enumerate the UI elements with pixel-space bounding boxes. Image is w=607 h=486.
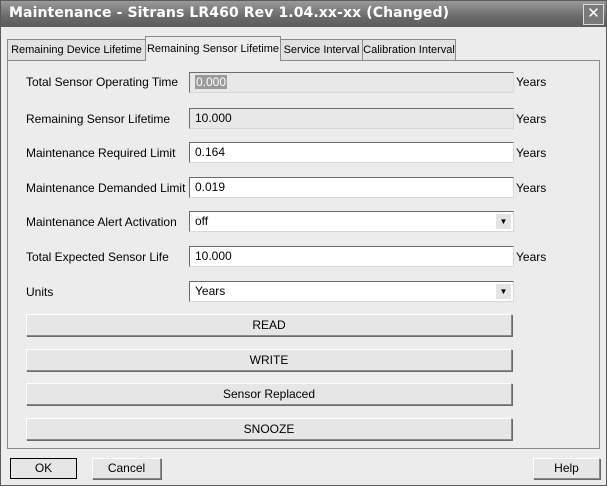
help-button[interactable]: Help [533, 458, 600, 479]
chevron-down-icon[interactable]: ▼ [496, 284, 511, 299]
cancel-button[interactable]: Cancel [92, 458, 161, 479]
total-operating-time-field[interactable]: 0.000 [189, 72, 514, 93]
tab-remaining-sensor-lifetime[interactable]: Remaining Sensor Lifetime [145, 36, 281, 61]
snooze-button[interactable]: SNOOZE [26, 418, 512, 440]
maint-required-input[interactable]: 0.164 [189, 142, 514, 163]
tab-calibration-interval[interactable]: Calibration Interval [362, 39, 456, 60]
write-button[interactable]: WRITE [26, 349, 512, 371]
remaining-lifetime-unit: Years [516, 112, 547, 126]
units-value: Years [195, 284, 226, 298]
expected-life-unit: Years [516, 250, 547, 264]
window-title: Maintenance - Sitrans LR460 Rev 1.04.xx-… [9, 5, 450, 21]
sensor-replaced-button[interactable]: Sensor Replaced [26, 383, 512, 405]
read-button[interactable]: READ [26, 314, 512, 336]
tab-panel: Total Sensor Operating Time 0.000 Years … [7, 60, 600, 449]
units-select[interactable]: Years ▼ [189, 281, 514, 302]
expected-life-label: Total Expected Sensor Life [26, 250, 169, 264]
maint-required-label: Maintenance Required Limit [26, 146, 176, 160]
units-label: Units [26, 285, 54, 299]
maint-demanded-unit: Years [516, 181, 547, 195]
alert-activation-label: Maintenance Alert Activation [26, 215, 177, 229]
maint-demanded-label: Maintenance Demanded Limit [26, 181, 186, 195]
chevron-down-icon[interactable]: ▼ [496, 214, 511, 229]
tab-service-interval[interactable]: Service Interval [280, 39, 363, 60]
remaining-lifetime-label: Remaining Sensor Lifetime [26, 112, 171, 126]
tab-remaining-device-lifetime[interactable]: Remaining Device Lifetime [7, 39, 146, 60]
maint-demanded-input[interactable]: 0.019 [189, 177, 514, 198]
alert-activation-value: off [195, 214, 209, 228]
maint-required-unit: Years [516, 146, 547, 160]
total-operating-time-value: 0.000 [195, 75, 228, 89]
total-operating-time-unit: Years [516, 75, 547, 89]
ok-button[interactable]: OK [10, 458, 77, 479]
title-bar[interactable]: Maintenance - Sitrans LR460 Rev 1.04.xx-… [1, 1, 606, 27]
remaining-lifetime-field[interactable]: 10.000 [189, 108, 514, 129]
close-icon[interactable]: ✕ [583, 4, 604, 25]
alert-activation-select[interactable]: off ▼ [189, 211, 514, 232]
maintenance-dialog: Maintenance - Sitrans LR460 Rev 1.04.xx-… [0, 0, 607, 486]
expected-life-input[interactable]: 10.000 [189, 246, 514, 267]
total-operating-time-label: Total Sensor Operating Time [26, 75, 179, 89]
